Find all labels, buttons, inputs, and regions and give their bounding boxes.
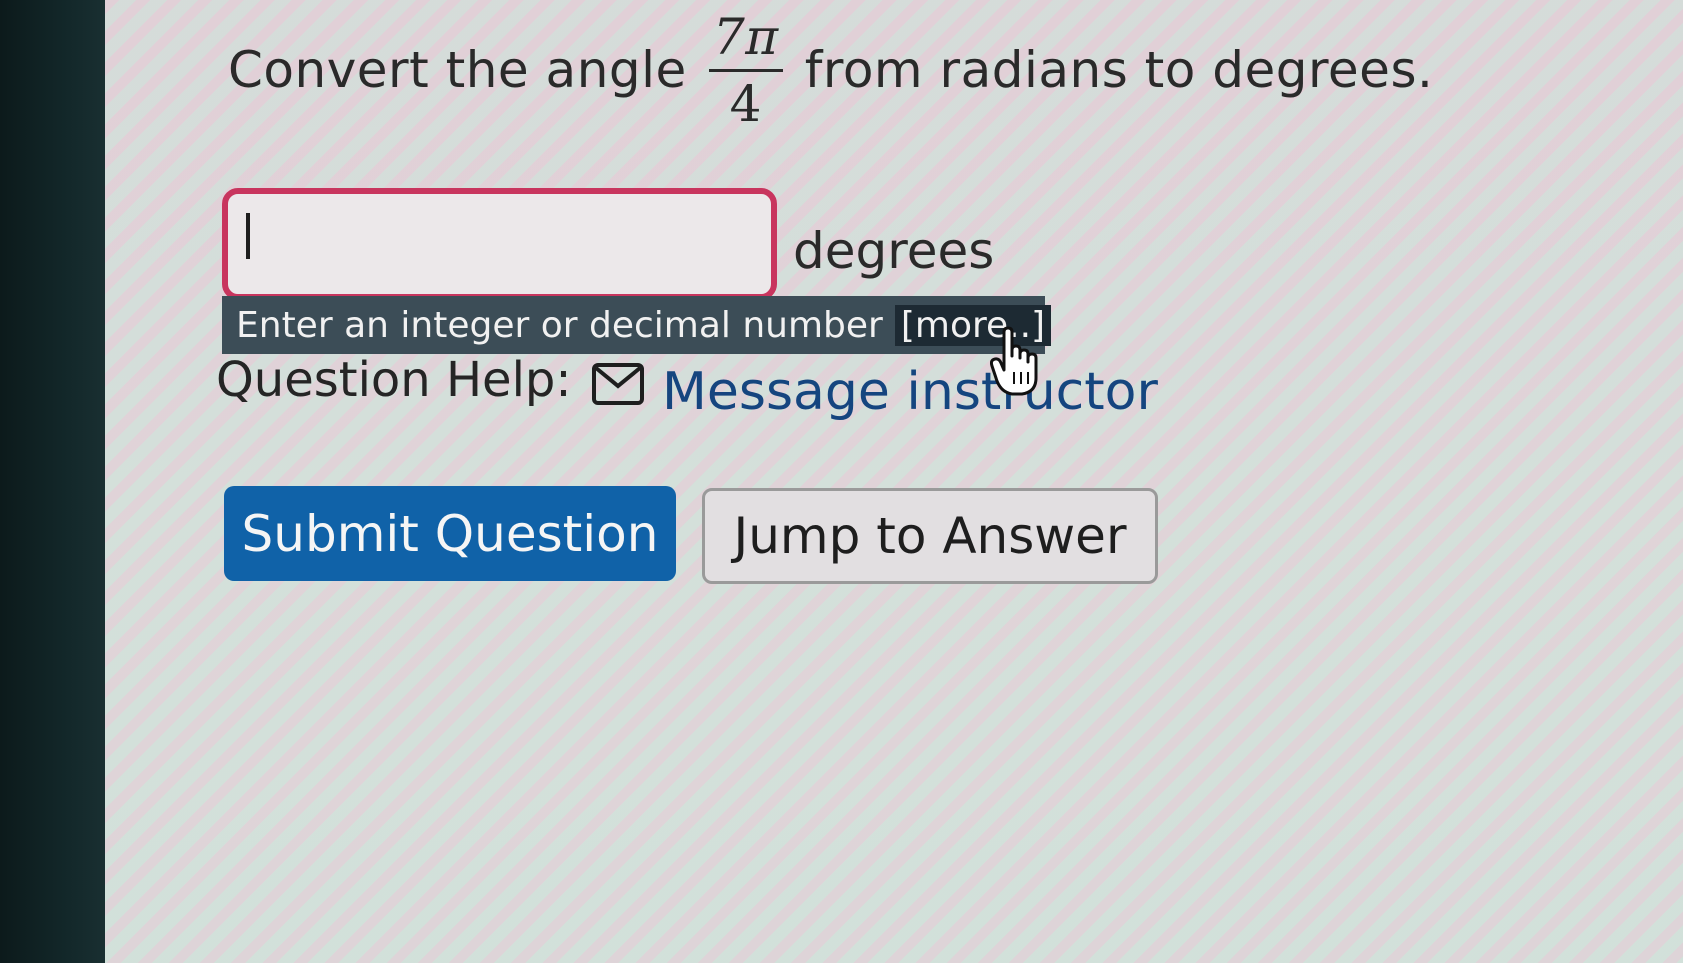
answer-unit: degrees xyxy=(793,222,995,280)
fraction-denominator: 4 xyxy=(729,74,762,133)
answer-input[interactable] xyxy=(222,188,777,300)
angle-fraction: 7π 4 xyxy=(708,7,783,133)
question-text: Convert the angle 7π 4 from radians to d… xyxy=(228,0,1433,140)
question-suffix: from radians to degrees. xyxy=(804,41,1434,99)
fraction-bar xyxy=(708,68,783,72)
jump-to-answer-button[interactable]: Jump to Answer xyxy=(702,488,1158,584)
submit-question-button[interactable]: Submit Question xyxy=(224,486,676,581)
question-prefix: Convert the angle xyxy=(228,41,687,99)
text-caret xyxy=(246,213,250,259)
message-instructor-link[interactable]: Message instructor xyxy=(662,362,1158,422)
hint-text: Enter an integer or decimal number xyxy=(236,304,883,346)
fraction-numerator: 7π xyxy=(712,7,779,66)
envelope-icon[interactable] xyxy=(592,363,644,405)
screen-background xyxy=(105,0,1683,963)
question-help-label: Question Help: xyxy=(216,352,572,408)
monitor-bezel xyxy=(0,0,115,963)
input-hint: Enter an integer or decimal number [more… xyxy=(222,296,1052,354)
hand-cursor-icon xyxy=(990,326,1038,396)
